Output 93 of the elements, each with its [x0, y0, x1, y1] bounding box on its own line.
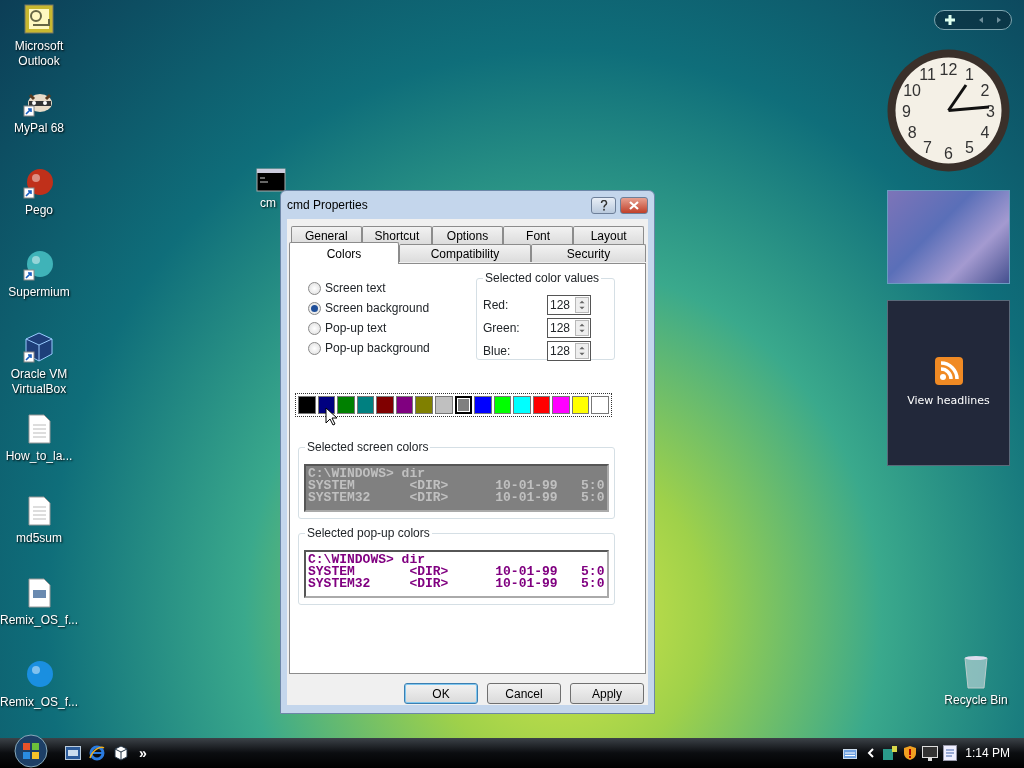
dialog-button[interactable]: Cancel	[487, 683, 561, 704]
previous-arrow-icon[interactable]	[977, 16, 985, 24]
clock-numeral: 7	[923, 138, 932, 156]
color-swatch[interactable]	[415, 396, 433, 414]
tab[interactable]: Shortcut	[361, 226, 433, 244]
tab[interactable]: Options	[432, 226, 503, 244]
clock-numeral: 4	[980, 123, 990, 141]
desktop-icon-label[interactable]: cm	[260, 196, 276, 211]
clock-numeral: 5	[965, 138, 974, 156]
desktop-icon-label[interactable]: Recycle Bin	[944, 693, 1008, 708]
radio-button[interactable]	[308, 301, 321, 315]
keyboard-icon[interactable]	[843, 747, 858, 759]
clock-numeral: 1	[965, 66, 974, 84]
question-mark-icon	[599, 199, 608, 211]
number-spinner[interactable]: 128	[547, 317, 591, 338]
round-app-icon[interactable]	[23, 249, 55, 281]
radio-button[interactable]	[308, 281, 321, 295]
radio-label[interactable]: Pop-up text	[325, 319, 387, 337]
tab[interactable]: Layout	[573, 226, 644, 244]
number-spinner[interactable]: 128	[547, 294, 591, 315]
color-swatch[interactable]	[298, 396, 316, 414]
terminal-icon[interactable]	[256, 168, 286, 194]
color-swatch[interactable]	[337, 396, 355, 414]
round-app-icon[interactable]	[23, 167, 55, 199]
group-title: Selected screen colors	[305, 440, 431, 454]
desktop-icon-label[interactable]: Supermium	[8, 285, 70, 300]
color-swatch[interactable]	[356, 396, 375, 414]
document-icon[interactable]	[943, 745, 958, 761]
color-swatch[interactable]	[474, 396, 492, 414]
add-gadget-icon[interactable]	[943, 13, 957, 27]
desktop-icon-label[interactable]: Remix_OS_f...	[0, 695, 78, 710]
radio-label[interactable]: Pop-up background	[325, 339, 430, 357]
view-headlines-link[interactable]: View headlines	[907, 392, 990, 410]
clock-time[interactable]: 1:14 PM	[965, 744, 1010, 762]
color-swatch[interactable]	[552, 396, 570, 414]
desktop-icon-label[interactable]: MyPal 68	[14, 121, 64, 136]
shield-warning-icon[interactable]	[903, 745, 918, 761]
more-items-chevron[interactable]: »	[139, 742, 147, 764]
radio-label[interactable]: Screen background	[325, 299, 430, 317]
tab[interactable]: Colors	[289, 242, 399, 264]
color-swatch[interactable]	[532, 396, 551, 414]
radio-button[interactable]	[308, 341, 321, 355]
window-title: cmd Properties	[287, 197, 369, 214]
clock-numeral: 12	[939, 60, 958, 78]
cube-icon[interactable]	[113, 745, 129, 761]
dialog-button[interactable]: Apply	[570, 683, 644, 704]
console-preview: C:\WINDOWS> dir SYSTEM <DIR> 10-01-99 5:0 SYSTEM32 <DIR> 10-01-99 5:0	[304, 550, 609, 598]
desktop-icon-label[interactable]: md5sum	[16, 531, 62, 546]
color-swatch[interactable]	[571, 396, 590, 414]
color-swatch[interactable]	[493, 396, 512, 414]
clock-numeral: 10	[903, 81, 921, 99]
color-swatch[interactable]	[395, 396, 414, 414]
tab[interactable]: Compatibility	[399, 244, 531, 262]
color-swatch[interactable]	[454, 396, 473, 414]
desktop-icon-label[interactable]: Remix_OS_f...	[0, 613, 78, 628]
color-swatch[interactable]	[513, 396, 531, 414]
field-label: Blue:	[483, 342, 512, 360]
rss-feed-icon[interactable]	[934, 356, 963, 385]
clock-numeral: 2	[980, 81, 990, 99]
browser-icon[interactable]	[89, 745, 105, 761]
clock-numeral: 9	[902, 102, 911, 120]
desktop-icon-label[interactable]: Pego	[25, 203, 53, 218]
color-swatch[interactable]	[591, 396, 610, 414]
field-label: Red:	[483, 296, 510, 314]
dialog-button[interactable]: OK	[404, 683, 478, 704]
radio-label[interactable]: Screen text	[325, 279, 386, 297]
group-title: Selected color values	[483, 271, 602, 285]
help-button[interactable]	[591, 196, 616, 214]
desktop-icon-label[interactable]: How_to_la...	[5, 449, 73, 464]
radio-button[interactable]	[308, 321, 321, 335]
clock-numeral: 11	[919, 66, 936, 84]
clock-numeral: 6	[944, 144, 953, 162]
expand-tray-icon[interactable]	[867, 748, 876, 758]
mouse-cursor-icon	[325, 407, 337, 426]
number-spinner[interactable]: 128	[547, 340, 591, 361]
cube-icon[interactable]	[23, 331, 55, 363]
close-button[interactable]	[620, 196, 648, 214]
monitor-icon[interactable]	[922, 745, 939, 761]
desktop-icon-label[interactable]: Oracle VM VirtualBox	[0, 367, 78, 397]
console-preview: C:\WINDOWS> dir SYSTEM <DIR> 10-01-99 5:0 SYSTEM32 <DIR> 10-01-99 5:0	[304, 464, 609, 512]
desktop-icon-label[interactable]: Microsoft Outlook	[0, 39, 78, 69]
network-icon[interactable]	[882, 745, 899, 761]
tab[interactable]: Font	[502, 226, 574, 244]
show-desktop-icon[interactable]	[65, 746, 81, 760]
group-title: Selected pop-up colors	[305, 526, 432, 540]
color-swatch[interactable]	[376, 396, 394, 414]
clock-numeral: 8	[907, 123, 917, 141]
close-icon	[629, 200, 639, 210]
field-label: Green:	[483, 319, 521, 337]
color-swatch[interactable]	[434, 396, 453, 414]
next-arrow-icon[interactable]	[995, 16, 1003, 24]
trash-bin-icon[interactable]	[962, 655, 990, 689]
tab[interactable]: Security	[531, 244, 646, 262]
